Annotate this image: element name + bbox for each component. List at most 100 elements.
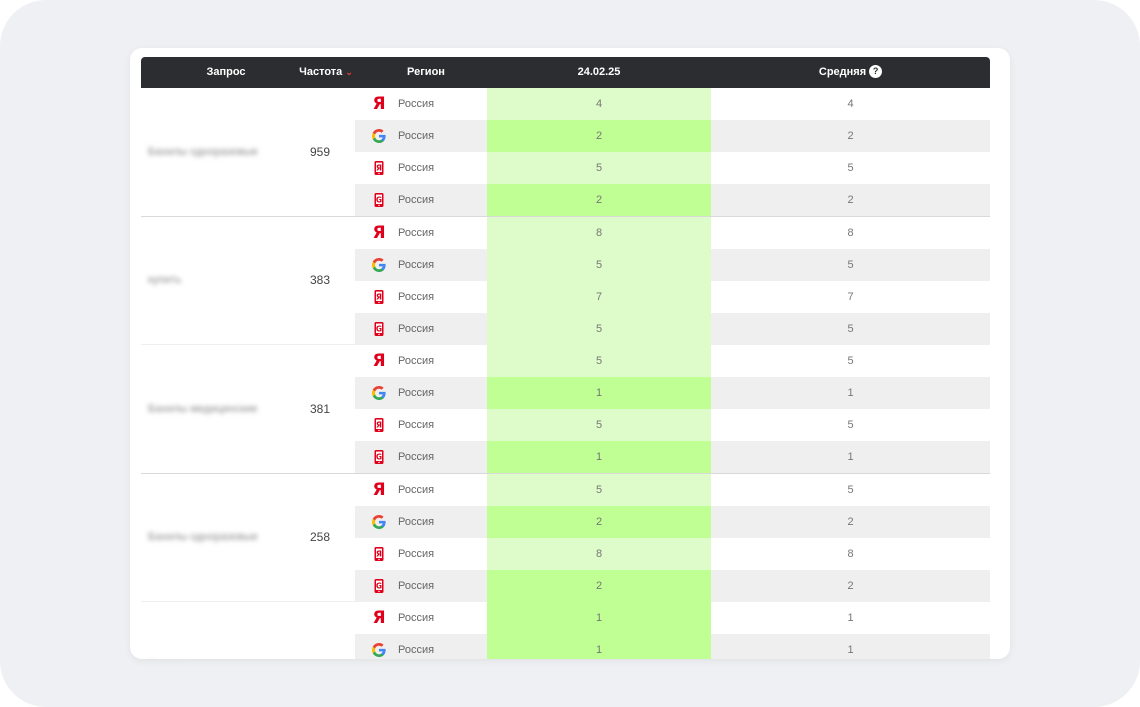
yandex-mobile-icon: Я (371, 160, 387, 176)
region-cell: Россия (398, 644, 435, 656)
region-cell: Россия (398, 290, 435, 303)
yandex-icon: Я (372, 222, 386, 243)
header-region[interactable]: Регион (381, 57, 471, 88)
region-cell: Россия (398, 612, 435, 624)
query-cell: купить 383 (141, 216, 355, 344)
table-body: Я Россия 4 4 Россия 2 2 Я Россия 5 5 G Россия 2 2 Бахил… (141, 88, 990, 659)
header-date-label: 24.02.25 (577, 66, 621, 78)
region-cell: Россия (398, 579, 435, 592)
date-position-cell: 5 (487, 152, 711, 184)
header-frequency-label: Частота (299, 66, 343, 78)
average-position-cell: 2 (847, 579, 854, 592)
average-position-cell: 1 (847, 451, 854, 463)
svg-text:Я: Я (376, 421, 382, 430)
region-cell: Россия (398, 162, 435, 174)
header-date[interactable]: 24.02.25 (487, 57, 711, 88)
query-cell: Бахилы (141, 602, 355, 659)
average-position-cell: 5 (847, 419, 854, 431)
svg-text:G: G (376, 452, 382, 461)
table-header: Запрос Частота ⌄ Регион 24.02.25 Средняя? (141, 57, 990, 88)
date-position-cell: 2 (487, 120, 711, 152)
rankings-card: Запрос Частота ⌄ Регион 24.02.25 Средняя?… (130, 48, 1010, 659)
average-position-cell: 5 (847, 258, 854, 271)
header-average[interactable]: Средняя? (711, 57, 990, 88)
region-cell: Россия (398, 322, 435, 335)
date-position-cell: 5 (487, 248, 711, 281)
average-position-cell: 2 (847, 130, 854, 142)
average-position-cell: 2 (847, 194, 854, 206)
date-position-cell: 1 (487, 602, 711, 634)
query-cell: Бахилы медицинские 381 (141, 345, 355, 473)
yandex-mobile-icon: Я (371, 546, 387, 562)
frequency-value: 258 (309, 530, 331, 545)
sort-desc-icon[interactable]: ⌄ (345, 67, 353, 77)
query-text[interactable]: Бахилы медицинские (148, 403, 257, 415)
region-cell: Россия (398, 258, 435, 271)
region-cell: Россия (398, 419, 435, 431)
date-position-cell: 1 (487, 377, 711, 409)
average-position-cell: 5 (847, 162, 854, 174)
region-cell: Россия (398, 355, 435, 367)
yandex-mobile-icon: Я (371, 417, 387, 433)
screenshot-frame: Запрос Частота ⌄ Регион 24.02.25 Средняя?… (0, 0, 1140, 707)
average-position-cell: 5 (847, 355, 854, 367)
query-group: Я Россия 8 8 Россия 5 5 Я Россия 7 7 G Россия 5 5 купит… (141, 216, 990, 345)
query-group: Я Россия 4 4 Россия 2 2 Я Россия 5 5 G Россия 2 2 Бахил… (141, 88, 990, 217)
header-query[interactable]: Запрос (171, 57, 281, 88)
region-cell: Россия (398, 547, 435, 560)
date-position-cell: 8 (487, 216, 711, 249)
region-cell: Россия (398, 387, 435, 399)
region-cell: Россия (398, 483, 435, 496)
average-position-cell: 1 (847, 387, 854, 399)
region-cell: Россия (398, 226, 435, 239)
google-icon (371, 385, 387, 401)
average-position-cell: 8 (847, 547, 854, 560)
query-group: Я Россия 5 5 Россия 2 2 Я Россия 8 8 G Россия 2 2 Бахил… (141, 473, 990, 602)
svg-text:Я: Я (376, 292, 382, 301)
region-cell: Россия (398, 194, 435, 206)
svg-text:Я: Я (376, 549, 382, 558)
query-text[interactable]: купить (148, 274, 181, 286)
svg-text:G: G (376, 324, 382, 333)
region-cell: Россия (398, 451, 435, 463)
region-cell: Россия (398, 130, 435, 142)
average-position-cell: 5 (847, 483, 854, 496)
google-icon (371, 514, 387, 530)
google-icon (371, 257, 387, 273)
query-cell: Бахилы одноразовые 959 (141, 88, 355, 216)
date-position-cell: 4 (487, 88, 711, 120)
yandex-icon: Я (372, 479, 386, 500)
date-position-cell: 2 (487, 569, 711, 602)
google-icon (371, 128, 387, 144)
average-position-cell: 1 (847, 612, 854, 624)
region-cell: Россия (398, 515, 435, 528)
query-cell: Бахилы одноразовые 258 (141, 473, 355, 601)
frequency-value: 381 (309, 401, 331, 416)
date-position-cell: 5 (487, 312, 711, 345)
header-region-label: Регион (407, 66, 445, 78)
google-mobile-icon: G (371, 192, 387, 208)
header-average-label: Средняя (818, 66, 867, 78)
frequency-value: 383 (309, 273, 331, 288)
average-position-cell: 1 (847, 644, 854, 656)
yandex-icon: Я (372, 351, 386, 371)
average-position-cell: 8 (847, 226, 854, 239)
google-mobile-icon: G (371, 449, 387, 465)
date-position-cell: 5 (487, 473, 711, 506)
yandex-icon: Я (372, 608, 386, 628)
header-frequency[interactable]: Частота ⌄ (291, 57, 361, 88)
google-mobile-icon: G (371, 321, 387, 337)
svg-text:Я: Я (376, 164, 382, 173)
query-text[interactable]: Бахилы одноразовые (148, 531, 258, 543)
date-position-cell: 8 (487, 537, 711, 570)
date-position-cell: 2 (487, 505, 711, 538)
query-text[interactable]: Бахилы одноразовые (148, 146, 258, 158)
yandex-mobile-icon: Я (371, 289, 387, 305)
help-icon[interactable]: ? (869, 64, 883, 78)
date-position-cell: 1 (487, 634, 711, 659)
date-position-cell: 5 (487, 409, 711, 441)
google-icon (371, 642, 387, 658)
region-cell: Россия (398, 98, 435, 110)
svg-text:G: G (376, 195, 382, 204)
header-query-label: Запрос (206, 66, 246, 78)
